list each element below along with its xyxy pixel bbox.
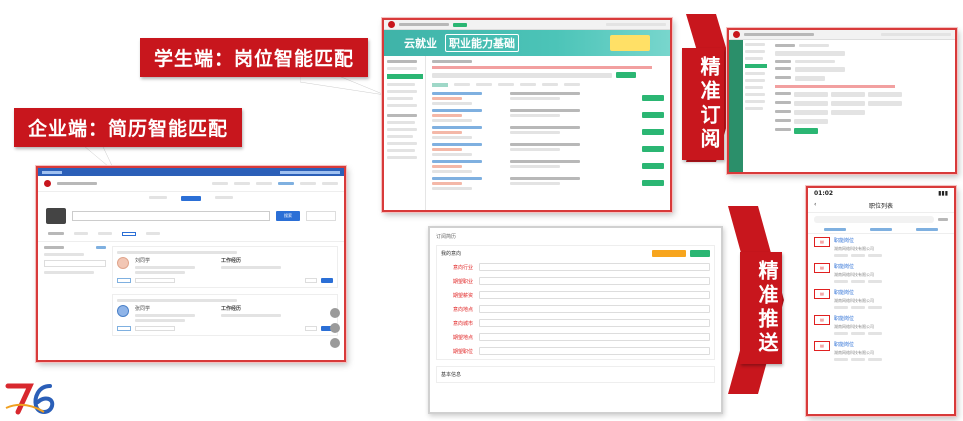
mobile-title: 职位列表: [868, 203, 893, 210]
job-title: 职能岗位: [834, 290, 855, 296]
student-job-matching-screen: 云就业 职业能力基础: [382, 18, 672, 212]
candidate-name: 刘同学: [135, 258, 151, 264]
anniversary-logo-icon: [5, 383, 55, 415]
select-field[interactable]: [479, 263, 710, 271]
job-title: 职能岗位: [834, 264, 855, 270]
candidate-card[interactable]: 张同学 工作经历: [112, 294, 338, 336]
field-label: 意向行业: [452, 264, 473, 271]
floating-action-buttons: [330, 308, 340, 348]
form-row: 期望职位: [441, 347, 710, 355]
school-logo-icon: [388, 21, 395, 28]
field-label: 意向地点: [452, 306, 473, 313]
banner-text-2: 职业能力基础: [445, 34, 519, 52]
company-logo: [46, 208, 66, 224]
enterprise-callout-text: 企业端：简历智能匹配: [28, 118, 229, 140]
select-field[interactable]: [479, 333, 710, 341]
mobile-time: 01:02: [814, 190, 834, 197]
school-logo-icon: [44, 180, 51, 187]
list-item[interactable]: ▤ 职能岗位 湖南网络科技有限公司: [814, 237, 948, 257]
job-company: 湖南网络科技有限公司: [834, 272, 874, 277]
top-icon[interactable]: [330, 338, 340, 348]
job-title: 职能岗位: [834, 342, 855, 348]
job-row[interactable]: [432, 92, 664, 105]
form-row: 期望职业: [441, 277, 710, 285]
student-sidebar: [384, 56, 426, 210]
push-callout-text: 精准推送: [755, 260, 779, 356]
form-fields: 意向行业 期望职业 期望薪资 意向地点 意向城市 期望地点 期望职位: [441, 263, 710, 355]
list-item[interactable]: ▤ 职能岗位 湖南网络科技有限公司: [814, 289, 948, 309]
form-row: 期望薪资: [441, 291, 710, 299]
job-row[interactable]: [432, 177, 664, 190]
job-row[interactable]: [432, 126, 664, 139]
subscribe-callout: 精准订阅: [682, 48, 724, 160]
subscribe-management-screen: [727, 28, 957, 174]
enterprise-topbar: [38, 168, 344, 176]
select-field[interactable]: [479, 291, 710, 299]
save-subscription-button[interactable]: [690, 250, 710, 257]
form-row: 意向行业: [441, 263, 710, 271]
select-field[interactable]: [479, 305, 710, 313]
search-button[interactable]: 搜索: [276, 211, 300, 221]
work-experience-label: 工作经历: [221, 306, 242, 312]
enterprise-filter-panel: [44, 246, 106, 336]
job-company: 湖南网络科技有限公司: [834, 350, 874, 355]
job-company: 湖南网络科技有限公司: [834, 246, 874, 251]
list-item[interactable]: ▤ 职能岗位 湖南网络科技有限公司: [814, 263, 948, 283]
candidate-name: 张同学: [135, 306, 151, 312]
enterprise-search-input[interactable]: [72, 211, 270, 221]
search-button-label: 搜索: [284, 213, 292, 218]
field-label: 期望薪资: [452, 292, 473, 299]
subscribe-sidebar: [729, 40, 769, 172]
job-row[interactable]: [432, 109, 664, 122]
list-item[interactable]: ▤ 职能岗位 湖南网络科技有限公司: [814, 341, 948, 361]
student-callout-text: 学生端：岗位智能匹配: [154, 48, 355, 70]
select-field[interactable]: [479, 319, 710, 327]
field-label: 期望职业: [452, 278, 473, 285]
job-title: 职能岗位: [834, 238, 855, 244]
edit-icon[interactable]: [330, 323, 340, 333]
mobile-job-list-screen: 01:02 ▮▮▮ ‹ 职位列表 ▤ 职能岗位 湖南网络科技有限公司 ▤ 职能岗…: [806, 186, 956, 416]
avatar: [117, 257, 129, 269]
form-section-label: 我的意向: [441, 251, 462, 257]
subscribe-callout-text: 精准订阅: [697, 56, 721, 152]
student-topbar: [384, 20, 670, 30]
student-banner: 云就业 职业能力基础: [384, 30, 670, 56]
field-label: 期望职位: [452, 348, 473, 355]
form-section2-label: 基本信息: [441, 372, 462, 378]
form-row: 意向地点: [441, 305, 710, 313]
job-company: 湖南网络科技有限公司: [834, 324, 874, 329]
signal-battery-icon: ▮▮▮: [938, 190, 948, 197]
subscribe-topbar: [729, 30, 955, 40]
job-row[interactable]: [432, 160, 664, 173]
job-title: 职能岗位: [834, 316, 855, 322]
candidate-list: 刘同学 工作经历 张同学 工作经历: [112, 246, 338, 336]
enterprise-resume-matching-screen: 搜索 刘同学 工作经历 张同学 工作经历: [36, 166, 346, 362]
mobile-search-input[interactable]: [814, 216, 934, 223]
candidate-card[interactable]: 刘同学 工作经历: [112, 246, 338, 288]
avatar: [117, 305, 129, 317]
invite-button[interactable]: [321, 278, 333, 283]
push-callout: 精准推送: [740, 252, 782, 364]
select-field[interactable]: [479, 277, 710, 285]
banner-text-1: 云就业: [404, 37, 437, 50]
select-field[interactable]: [479, 347, 710, 355]
field-label: 意向城市: [452, 320, 473, 327]
work-experience-label: 工作经历: [221, 258, 242, 264]
mobile-job-list: ▤ 职能岗位 湖南网络科技有限公司 ▤ 职能岗位 湖南网络科技有限公司 ▤ 职能…: [808, 234, 954, 364]
list-item[interactable]: ▤ 职能岗位 湖南网络科技有限公司: [814, 315, 948, 335]
form-row: 意向城市: [441, 319, 710, 327]
job-row[interactable]: [432, 143, 664, 156]
subscribe-resume-form: 订阅简历 我的意向 意向行业 期望职业 期望薪资 意向地点 意向城市 期望地点 …: [428, 226, 723, 414]
school-logo-icon: [733, 31, 740, 38]
enterprise-callout: 企业端：简历智能匹配: [14, 108, 243, 147]
chat-icon[interactable]: [330, 308, 340, 318]
form-row: 期望地点: [441, 333, 710, 341]
student-callout: 学生端：岗位智能匹配: [140, 38, 369, 77]
field-label: 期望地点: [452, 334, 473, 341]
back-icon[interactable]: ‹: [814, 201, 816, 208]
job-company: 湖南网络科技有限公司: [834, 298, 874, 303]
form-title: 订阅简历: [436, 234, 457, 240]
